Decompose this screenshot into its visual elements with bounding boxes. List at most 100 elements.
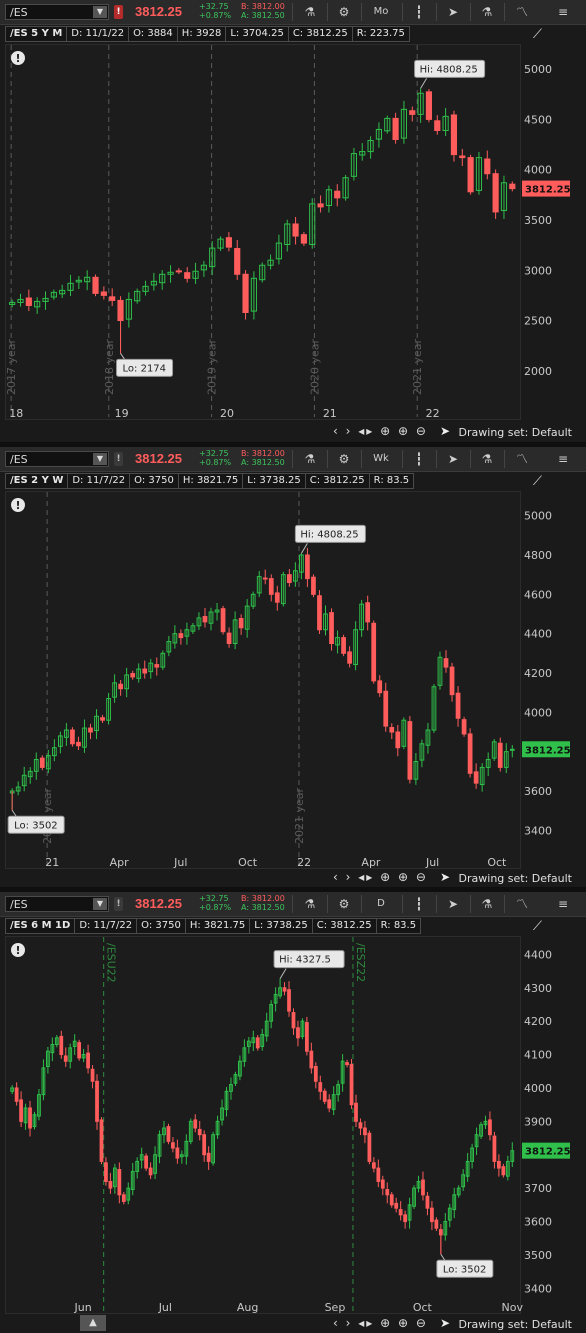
y-tick-label: 4500 xyxy=(524,113,552,126)
candlestick-icon[interactable]: ┇ xyxy=(408,449,430,469)
candle xyxy=(345,1062,349,1066)
callout-pointer xyxy=(300,543,308,554)
symbol-selector[interactable]: /ES ▼ xyxy=(5,4,109,20)
candle xyxy=(395,731,401,749)
menu-icon[interactable]: ≡ xyxy=(548,894,578,914)
change-percent: +0.87% xyxy=(199,11,232,20)
candle xyxy=(354,1102,358,1122)
navigation-controls[interactable]: ‹ › ◂▸ ⊕ ⊕ ⊖ xyxy=(333,424,428,438)
flask-icon[interactable]: ⚗ xyxy=(299,2,321,22)
candle xyxy=(197,1128,202,1136)
callout-pointer xyxy=(420,78,428,89)
period-selector[interactable]: D xyxy=(366,894,396,914)
y-tick-label: 4000 xyxy=(524,706,552,719)
drawing-icon[interactable]: 〽 xyxy=(511,894,533,914)
symbol-label: /ES xyxy=(10,898,28,911)
navigation-controls[interactable]: ‹ › ◂▸ ⊕ ⊕ ⊖ xyxy=(333,870,428,884)
flask-icon[interactable]: ⚗ xyxy=(299,449,321,469)
gear-icon[interactable]: ⚙ xyxy=(333,2,355,22)
ask-value: A: 3812.50 xyxy=(241,458,285,467)
callout-pointer xyxy=(279,968,287,979)
y-tick-label: 5000 xyxy=(524,63,552,76)
flask-icon[interactable]: ⚗ xyxy=(299,894,321,914)
auto-scale-icon[interactable]: ⟋ xyxy=(533,474,542,489)
candle xyxy=(95,1080,99,1122)
cursor-icon[interactable]: ➤ xyxy=(440,870,450,884)
candle xyxy=(118,683,123,690)
drawing-set-label[interactable]: Drawing set: Default xyxy=(459,426,572,439)
y-tick-label: 5000 xyxy=(524,510,552,523)
chevron-down-icon[interactable]: ▼ xyxy=(93,898,107,910)
drawing-icon[interactable]: 〽 xyxy=(511,2,533,22)
candle xyxy=(300,234,307,244)
symbol-selector[interactable]: /ES ▼ xyxy=(5,896,109,912)
gear-icon[interactable]: ⚙ xyxy=(333,894,355,914)
auto-scale-icon[interactable]: ⟋ xyxy=(533,919,542,934)
price-chart[interactable]: 2020 year2021 year3400360038004000420044… xyxy=(5,491,571,869)
x-tick-label: 21 xyxy=(323,407,337,420)
chevron-down-icon[interactable]: ▼ xyxy=(93,453,107,465)
menu-icon[interactable]: ≡ xyxy=(548,449,578,469)
high-field: H: 3821.75 xyxy=(184,918,251,934)
period-selector[interactable]: Wk xyxy=(366,449,396,469)
candle xyxy=(509,183,516,190)
period-selector[interactable]: Mo xyxy=(366,2,396,22)
x-tick-label: Oct xyxy=(238,856,258,869)
drawing-set-label[interactable]: Drawing set: Default xyxy=(459,872,572,885)
separator-label: 2021 year xyxy=(293,787,306,844)
studies-icon[interactable]: ⚗ xyxy=(476,2,498,22)
candle xyxy=(459,155,466,159)
studies-icon[interactable]: ⚗ xyxy=(476,894,498,914)
separator-label: 2020 year xyxy=(308,338,321,395)
candle xyxy=(92,276,99,294)
x-tick-label: 22 xyxy=(426,407,440,420)
price-chart[interactable]: 2017 year 2018 year 2019 year 2020 year 2021… xyxy=(5,44,571,420)
cursor-icon[interactable]: ➤ xyxy=(442,2,464,22)
net-change: +32.75 +0.87% xyxy=(199,449,231,467)
candle xyxy=(296,1027,300,1039)
menu-icon[interactable]: ≡ xyxy=(548,2,578,22)
candle xyxy=(403,1214,408,1223)
candlestick-icon[interactable]: ┇ xyxy=(408,894,430,914)
x-tick-label: Jul xyxy=(425,856,439,869)
drawing-icon[interactable]: 〽 xyxy=(511,449,533,469)
drawing-set-label[interactable]: Drawing set: Default xyxy=(459,1318,572,1331)
expand-handle-icon[interactable]: ▲ xyxy=(80,1315,106,1331)
divider xyxy=(361,450,362,468)
y-tick-label: 3400 xyxy=(524,824,552,837)
alert-icon[interactable]: ! xyxy=(114,452,123,466)
ohlc-bar: /ES 2 Y W D: 11/7/22 O: 3750 H: 3821.75 L: 3… xyxy=(5,473,415,489)
chevron-down-icon[interactable]: ▼ xyxy=(93,6,107,18)
y-tick-label: 3600 xyxy=(524,785,552,798)
studies-icon[interactable]: ⚗ xyxy=(476,449,498,469)
candlestick-icon[interactable]: ┇ xyxy=(408,2,430,22)
candle xyxy=(282,987,287,992)
symbol-selector[interactable]: /ES ▼ xyxy=(5,451,109,467)
candle xyxy=(492,173,499,213)
gear-icon[interactable]: ⚙ xyxy=(333,449,355,469)
y-tick-label: 4000 xyxy=(524,164,552,177)
divider xyxy=(292,3,293,21)
alert-icon[interactable]: ! xyxy=(114,897,123,911)
auto-scale-icon[interactable]: ⟋ xyxy=(533,27,542,42)
price-chart[interactable]: /ESU22/ESZ223400350036003700380039004000… xyxy=(5,936,571,1314)
candle xyxy=(327,1099,332,1109)
separator-label: 2020 year xyxy=(41,787,54,844)
navigation-controls[interactable]: ‹ › ◂▸ ⊕ ⊕ ⊖ xyxy=(333,1316,428,1330)
cursor-icon[interactable]: ➤ xyxy=(442,449,464,469)
candle xyxy=(438,1229,443,1236)
cursor-icon[interactable]: ➤ xyxy=(440,424,450,438)
high-field: H: 3928 xyxy=(176,26,227,42)
cursor-icon[interactable]: ➤ xyxy=(440,1316,450,1330)
candle xyxy=(287,989,291,1012)
cursor-icon[interactable]: ➤ xyxy=(442,894,464,914)
candle xyxy=(286,574,292,584)
candle xyxy=(63,1055,68,1062)
hi-callout: Hi: 4327.5 xyxy=(273,950,345,979)
candle xyxy=(389,727,395,733)
candle xyxy=(467,733,473,774)
alert-icon[interactable]: ! xyxy=(114,5,123,19)
y-tick-label: 3900 xyxy=(524,1115,552,1128)
y-tick-label: 4400 xyxy=(524,628,552,641)
hi-callout: Hi: 4808.25 xyxy=(414,59,486,89)
